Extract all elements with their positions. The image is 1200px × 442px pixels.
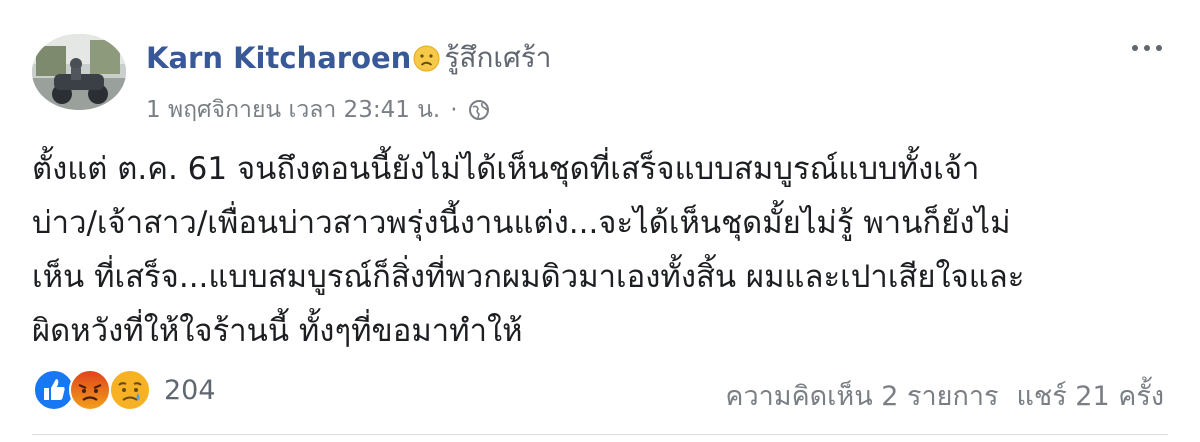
message-line: ตั้งแต่ ต.ค. 61 จนถึงตอนนี้ยังไม่ได้เห็น… (32, 151, 980, 187)
sad-face-emoji-icon (413, 45, 440, 72)
sad-icon (109, 369, 151, 411)
more-dot (1144, 45, 1150, 51)
angry-icon (69, 369, 111, 411)
avatar[interactable] (32, 34, 126, 110)
post-meta: 1 พฤศจิกายน เวลา 23:41 น. · (146, 92, 490, 128)
post-header: Karn Kitcharoen รู้สึกเศร้า (146, 36, 552, 80)
facebook-post: Karn Kitcharoen รู้สึกเศร้า 1 พฤศจิกายน … (0, 0, 1200, 442)
reaction-count: 204 (164, 374, 216, 406)
more-dot (1132, 45, 1138, 51)
shares-count-link[interactable]: แชร์ 21 ครั้ง (1017, 381, 1165, 412)
feeling-text: รู้สึกเศร้า (444, 41, 552, 74)
more-dot (1156, 45, 1162, 51)
more-options-icon[interactable] (1132, 38, 1162, 58)
divider (32, 434, 1168, 435)
avatar-photo (32, 34, 126, 110)
author-name[interactable]: Karn Kitcharoen (146, 41, 411, 75)
message-line: เห็น ที่เสร็จ...แบบสมบูรณ์ก็สิ่งที่พวกผม… (32, 259, 1025, 295)
reactions-summary[interactable]: 204 (32, 368, 216, 412)
meta-separator: · (450, 97, 458, 123)
post-timestamp[interactable]: 1 พฤศจิกายน เวลา 23:41 น. (146, 92, 440, 128)
globe-icon[interactable] (468, 99, 490, 121)
reaction-icons (32, 368, 162, 412)
post-stats: ความคิดเห็น 2 รายการ แชร์ 21 ครั้ง (725, 374, 1164, 417)
comments-count-link[interactable]: ความคิดเห็น 2 รายการ (725, 381, 998, 412)
message-line: บ่าว/เจ้าสาว/เพื่อนบ่าวสาวพรุ่งนี้งานแต่… (32, 205, 1011, 241)
post-message: ตั้งแต่ ต.ค. 61 จนถึงตอนนี้ยังไม่ได้เห็น… (32, 142, 1172, 358)
message-line: ผิดหวังที่ให้ใจร้านนี้ ทั้งๆที่ขอมาทำให้ (32, 313, 523, 349)
